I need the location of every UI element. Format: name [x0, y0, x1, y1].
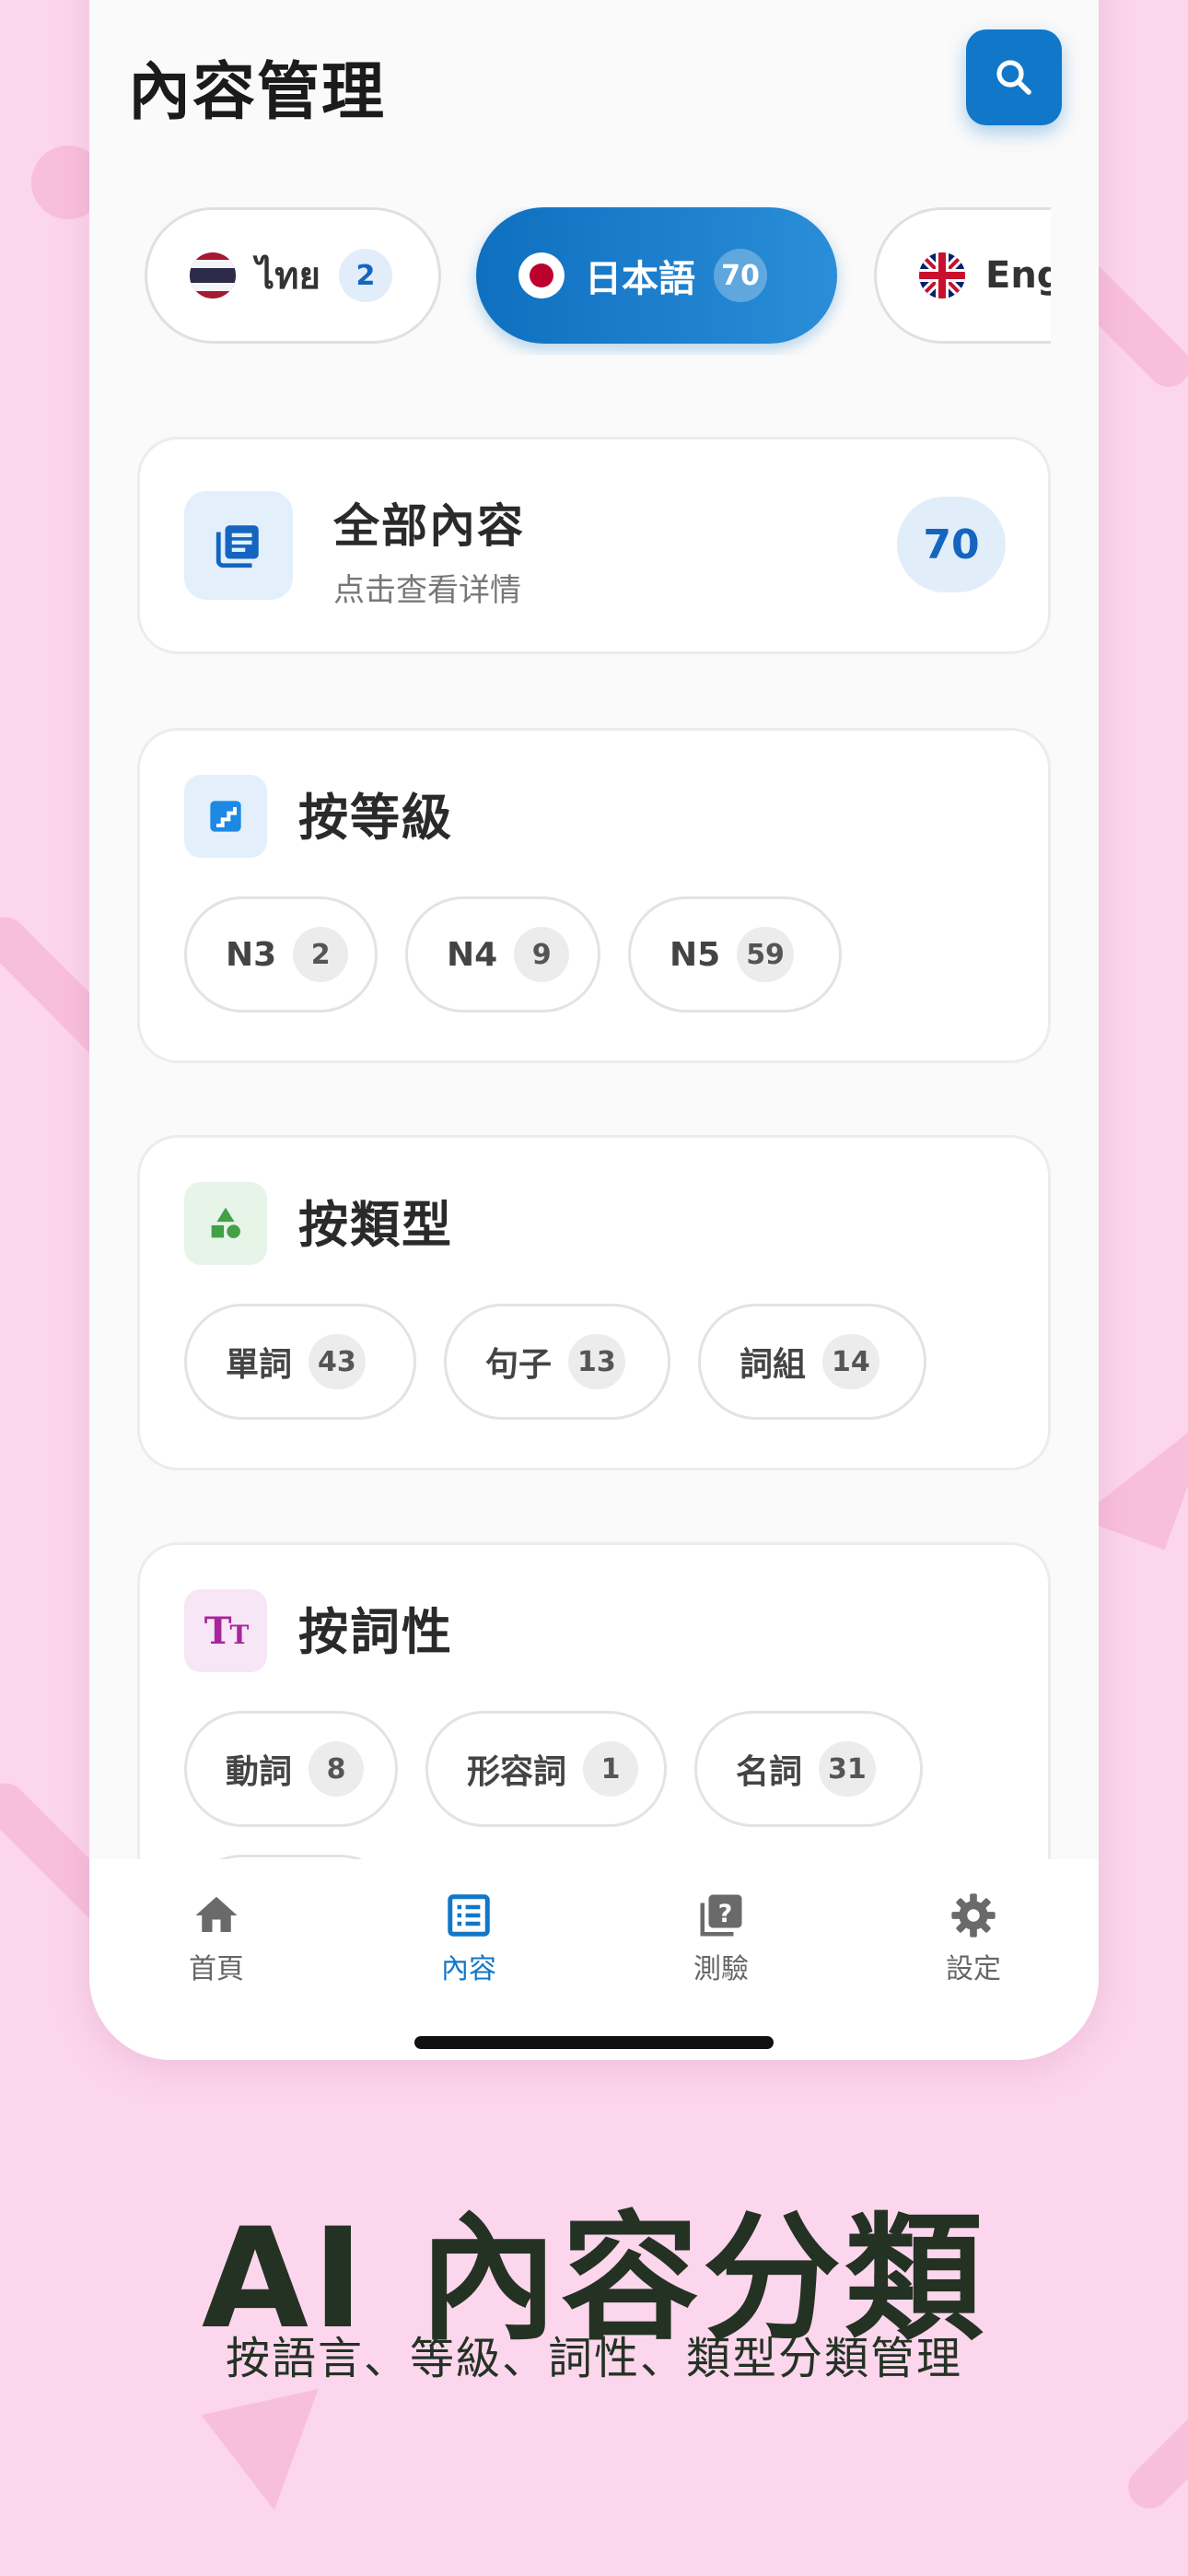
nav-label: 測驗: [693, 1953, 749, 1985]
decor-bar: [1119, 2389, 1188, 2518]
pos-chip-noun[interactable]: 名詞 31: [694, 1711, 923, 1827]
svg-text:?: ?: [718, 1900, 733, 1928]
chip-label: 動詞: [226, 1753, 293, 1791]
language-name: Eng: [985, 254, 1051, 297]
chip-count: 59: [737, 927, 794, 982]
by-part-of-speech-title: 按詞性: [298, 1603, 453, 1661]
stairs-icon: [184, 775, 267, 858]
nav-label: 首頁: [189, 1953, 244, 1985]
chip-label: 單詞: [226, 1346, 293, 1384]
by-level-title: 按等級: [298, 789, 453, 847]
type-chip-word[interactable]: 單詞 43: [184, 1304, 416, 1420]
all-content-title: 全部內容: [333, 499, 525, 553]
pos-chip-adjective[interactable]: 形容詞 1: [425, 1711, 667, 1827]
chip-label: 名詞: [736, 1753, 803, 1791]
chip-label: N4: [447, 935, 498, 974]
language-pill-japanese[interactable]: 日本語 70: [476, 207, 837, 344]
level-chip-n4[interactable]: N4 9: [405, 896, 600, 1013]
phone-screen: 內容管理 ไทย 2 日本語 70 Eng 全部內容 点击查看详情 70 按等級…: [89, 0, 1099, 2060]
level-chip-n5[interactable]: N5 59: [628, 896, 842, 1013]
text-size-icon: TT: [184, 1589, 267, 1672]
search-icon: [996, 60, 1031, 95]
type-chip-sentence[interactable]: 句子 13: [444, 1304, 670, 1420]
language-selector: ไทย 2 日本語 70 Eng: [145, 207, 1051, 355]
all-content-count-badge: 70: [897, 497, 1006, 592]
promo-subtitle: 按語言、等級、詞性、類型分類管理: [225, 2333, 962, 2384]
thailand-flag-icon: [190, 252, 236, 299]
shapes-icon: [184, 1182, 267, 1265]
chip-count: 8: [309, 1741, 365, 1797]
language-name: 日本語: [585, 258, 695, 300]
language-count-badge: 70: [714, 249, 767, 302]
uk-flag-icon: [919, 252, 965, 299]
by-level-card: 按等級 N3 2 N4 9 N5 59: [137, 728, 1051, 1063]
chip-count: 9: [514, 927, 570, 982]
chip-label: 詞組: [740, 1346, 807, 1384]
library-icon: [184, 491, 293, 600]
all-content-subtitle: 点击查看详情: [333, 572, 521, 609]
chip-label: N3: [226, 935, 277, 974]
all-content-card[interactable]: 全部內容 点击查看详情 70: [137, 437, 1051, 654]
chip-count: 31: [819, 1741, 876, 1797]
language-pill-thai[interactable]: ไทย 2: [145, 207, 441, 344]
nav-label: 內容: [441, 1953, 496, 1985]
nav-label: 設定: [946, 1953, 1001, 1985]
search-button[interactable]: [966, 29, 1062, 125]
pos-chip-verb[interactable]: 動詞 8: [184, 1711, 398, 1827]
chip-label: 句子: [485, 1346, 553, 1384]
quiz-icon: ?: [700, 1894, 742, 1937]
chip-label: N5: [670, 935, 721, 974]
home-indicator: [414, 2036, 774, 2049]
type-chip-phrase[interactable]: 詞組 14: [698, 1304, 926, 1420]
language-pill-english[interactable]: Eng: [874, 207, 1051, 344]
gear-icon: [951, 1893, 996, 1938]
chip-count: 13: [568, 1334, 625, 1389]
language-count-badge: 2: [338, 249, 392, 302]
chip-count: 43: [309, 1334, 366, 1389]
page-title: 內容管理: [128, 56, 387, 129]
nav-item-home[interactable]: 首頁: [124, 1891, 309, 1986]
chip-count: 1: [583, 1741, 639, 1797]
home-icon: [195, 1896, 238, 1932]
nav-item-quiz[interactable]: ? 測驗: [629, 1891, 813, 1986]
japan-flag-icon: [518, 252, 565, 299]
by-type-card: 按類型 單詞 43 句子 13 詞組 14: [137, 1135, 1051, 1470]
language-name: ไทย: [256, 255, 320, 298]
chip-label: 形容詞: [467, 1753, 567, 1791]
bottom-navigation: 首頁 內容 ? 測驗 設定: [89, 1859, 1099, 2060]
level-chip-n3[interactable]: N3 2: [184, 896, 378, 1013]
nav-item-content[interactable]: 內容: [377, 1891, 561, 1986]
by-type-title: 按類型: [298, 1196, 453, 1254]
chip-count: 2: [293, 927, 349, 982]
nav-item-settings[interactable]: 設定: [881, 1891, 1066, 1986]
list-icon: [448, 1894, 490, 1937]
chip-count: 14: [822, 1334, 879, 1389]
